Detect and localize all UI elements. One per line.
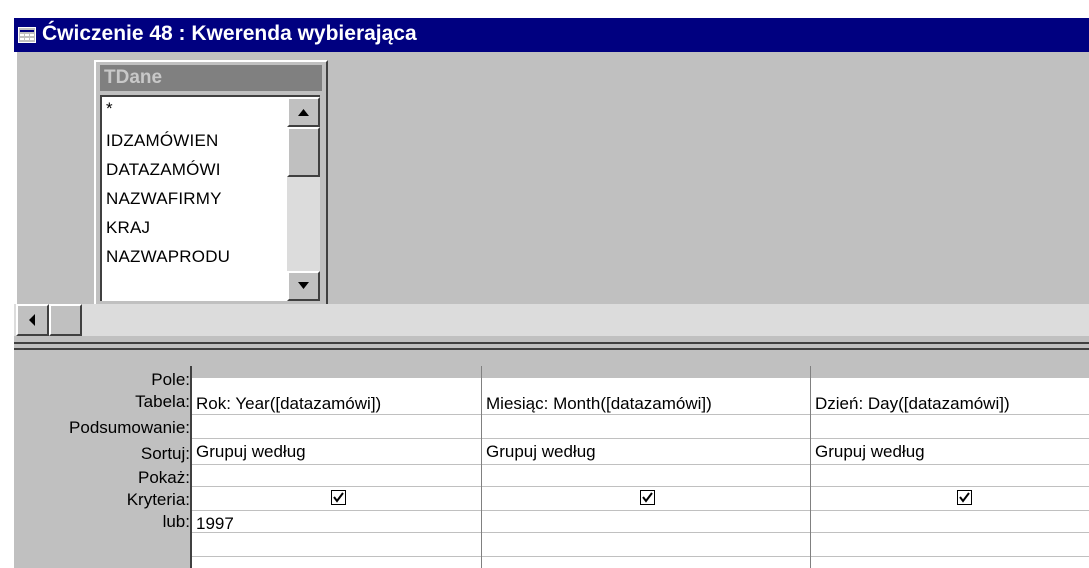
column-selector[interactable] [192,366,482,377]
field-item[interactable]: IDZAMÓWIEN [106,131,219,151]
window-title: Ćwiczenie 48 : Kwerenda wybierająca [42,22,417,45]
field-item[interactable]: KRAJ [106,218,150,238]
field-item[interactable]: * [106,99,113,119]
pane-border [14,52,17,306]
arrow-left-icon [29,314,35,326]
checkmark-icon [642,492,653,503]
checkmark-icon [959,492,970,503]
arrow-up-icon [298,109,309,116]
total-cell[interactable]: Grupuj według [815,442,925,462]
row-label-pole: Pole: [151,370,190,389]
show-checkbox[interactable] [331,490,346,505]
table-name[interactable]: TDane [100,65,322,91]
pane-splitter[interactable] [14,342,1089,350]
show-checkbox[interactable] [957,490,972,505]
row-label-sortuj: Sortuj: [140,444,190,463]
field-cell[interactable]: Miesiąc: Month([datazamówi]) [486,394,712,414]
field-list[interactable]: * IDZAMÓWIEN DATAZAMÓWI NAZWAFIRMY KRAJ … [100,95,320,301]
field-item[interactable]: NAZWAPRODU [106,247,230,267]
title-bar[interactable]: Ćwiczenie 48 : Kwerenda wybierająca [14,18,1089,52]
arrow-down-icon [298,282,309,289]
column-selector[interactable] [482,366,811,377]
scroll-thumb[interactable] [287,127,320,177]
scroll-thumb[interactable] [49,304,82,336]
query-window-icon [18,27,36,43]
field-item[interactable]: NAZWAFIRMY [106,189,222,209]
criteria-cell[interactable]: 1997 [196,514,234,534]
horizontal-scrollbar[interactable] [14,304,1089,336]
row-label-tabela: Tabela: [135,392,190,411]
table-field-list[interactable]: TDane * IDZAMÓWIEN DATAZAMÓWI NAZWAFIRMY… [94,60,328,310]
show-checkbox[interactable] [640,490,655,505]
scroll-down-button[interactable] [287,271,320,301]
field-cell[interactable]: Rok: Year([datazamówi]) [196,394,381,414]
scroll-left-button[interactable] [16,304,49,336]
row-label-kryteria: Kryteria: [126,490,190,509]
total-cell[interactable]: Grupuj według [486,442,596,462]
checkmark-icon [333,492,344,503]
query-design-window: Ćwiczenie 48 : Kwerenda wybierająca TDan… [14,18,1089,568]
field-item[interactable]: DATAZAMÓWI [106,160,221,180]
row-label-lub: lub: [162,512,190,531]
row-label-podsumowanie: Podsumowanie: [69,418,190,437]
vertical-scrollbar[interactable] [287,97,320,301]
scroll-up-button[interactable] [287,97,320,127]
row-label-pokaz: Pokaż: [138,468,190,487]
query-design-grid[interactable]: Rok: Year([datazamówi]) Grupuj według 19… [190,366,1089,568]
total-cell[interactable]: Grupuj według [196,442,306,462]
field-cell[interactable]: Dzień: Day([datazamówi]) [815,394,1010,414]
column-selector[interactable] [811,366,1089,377]
